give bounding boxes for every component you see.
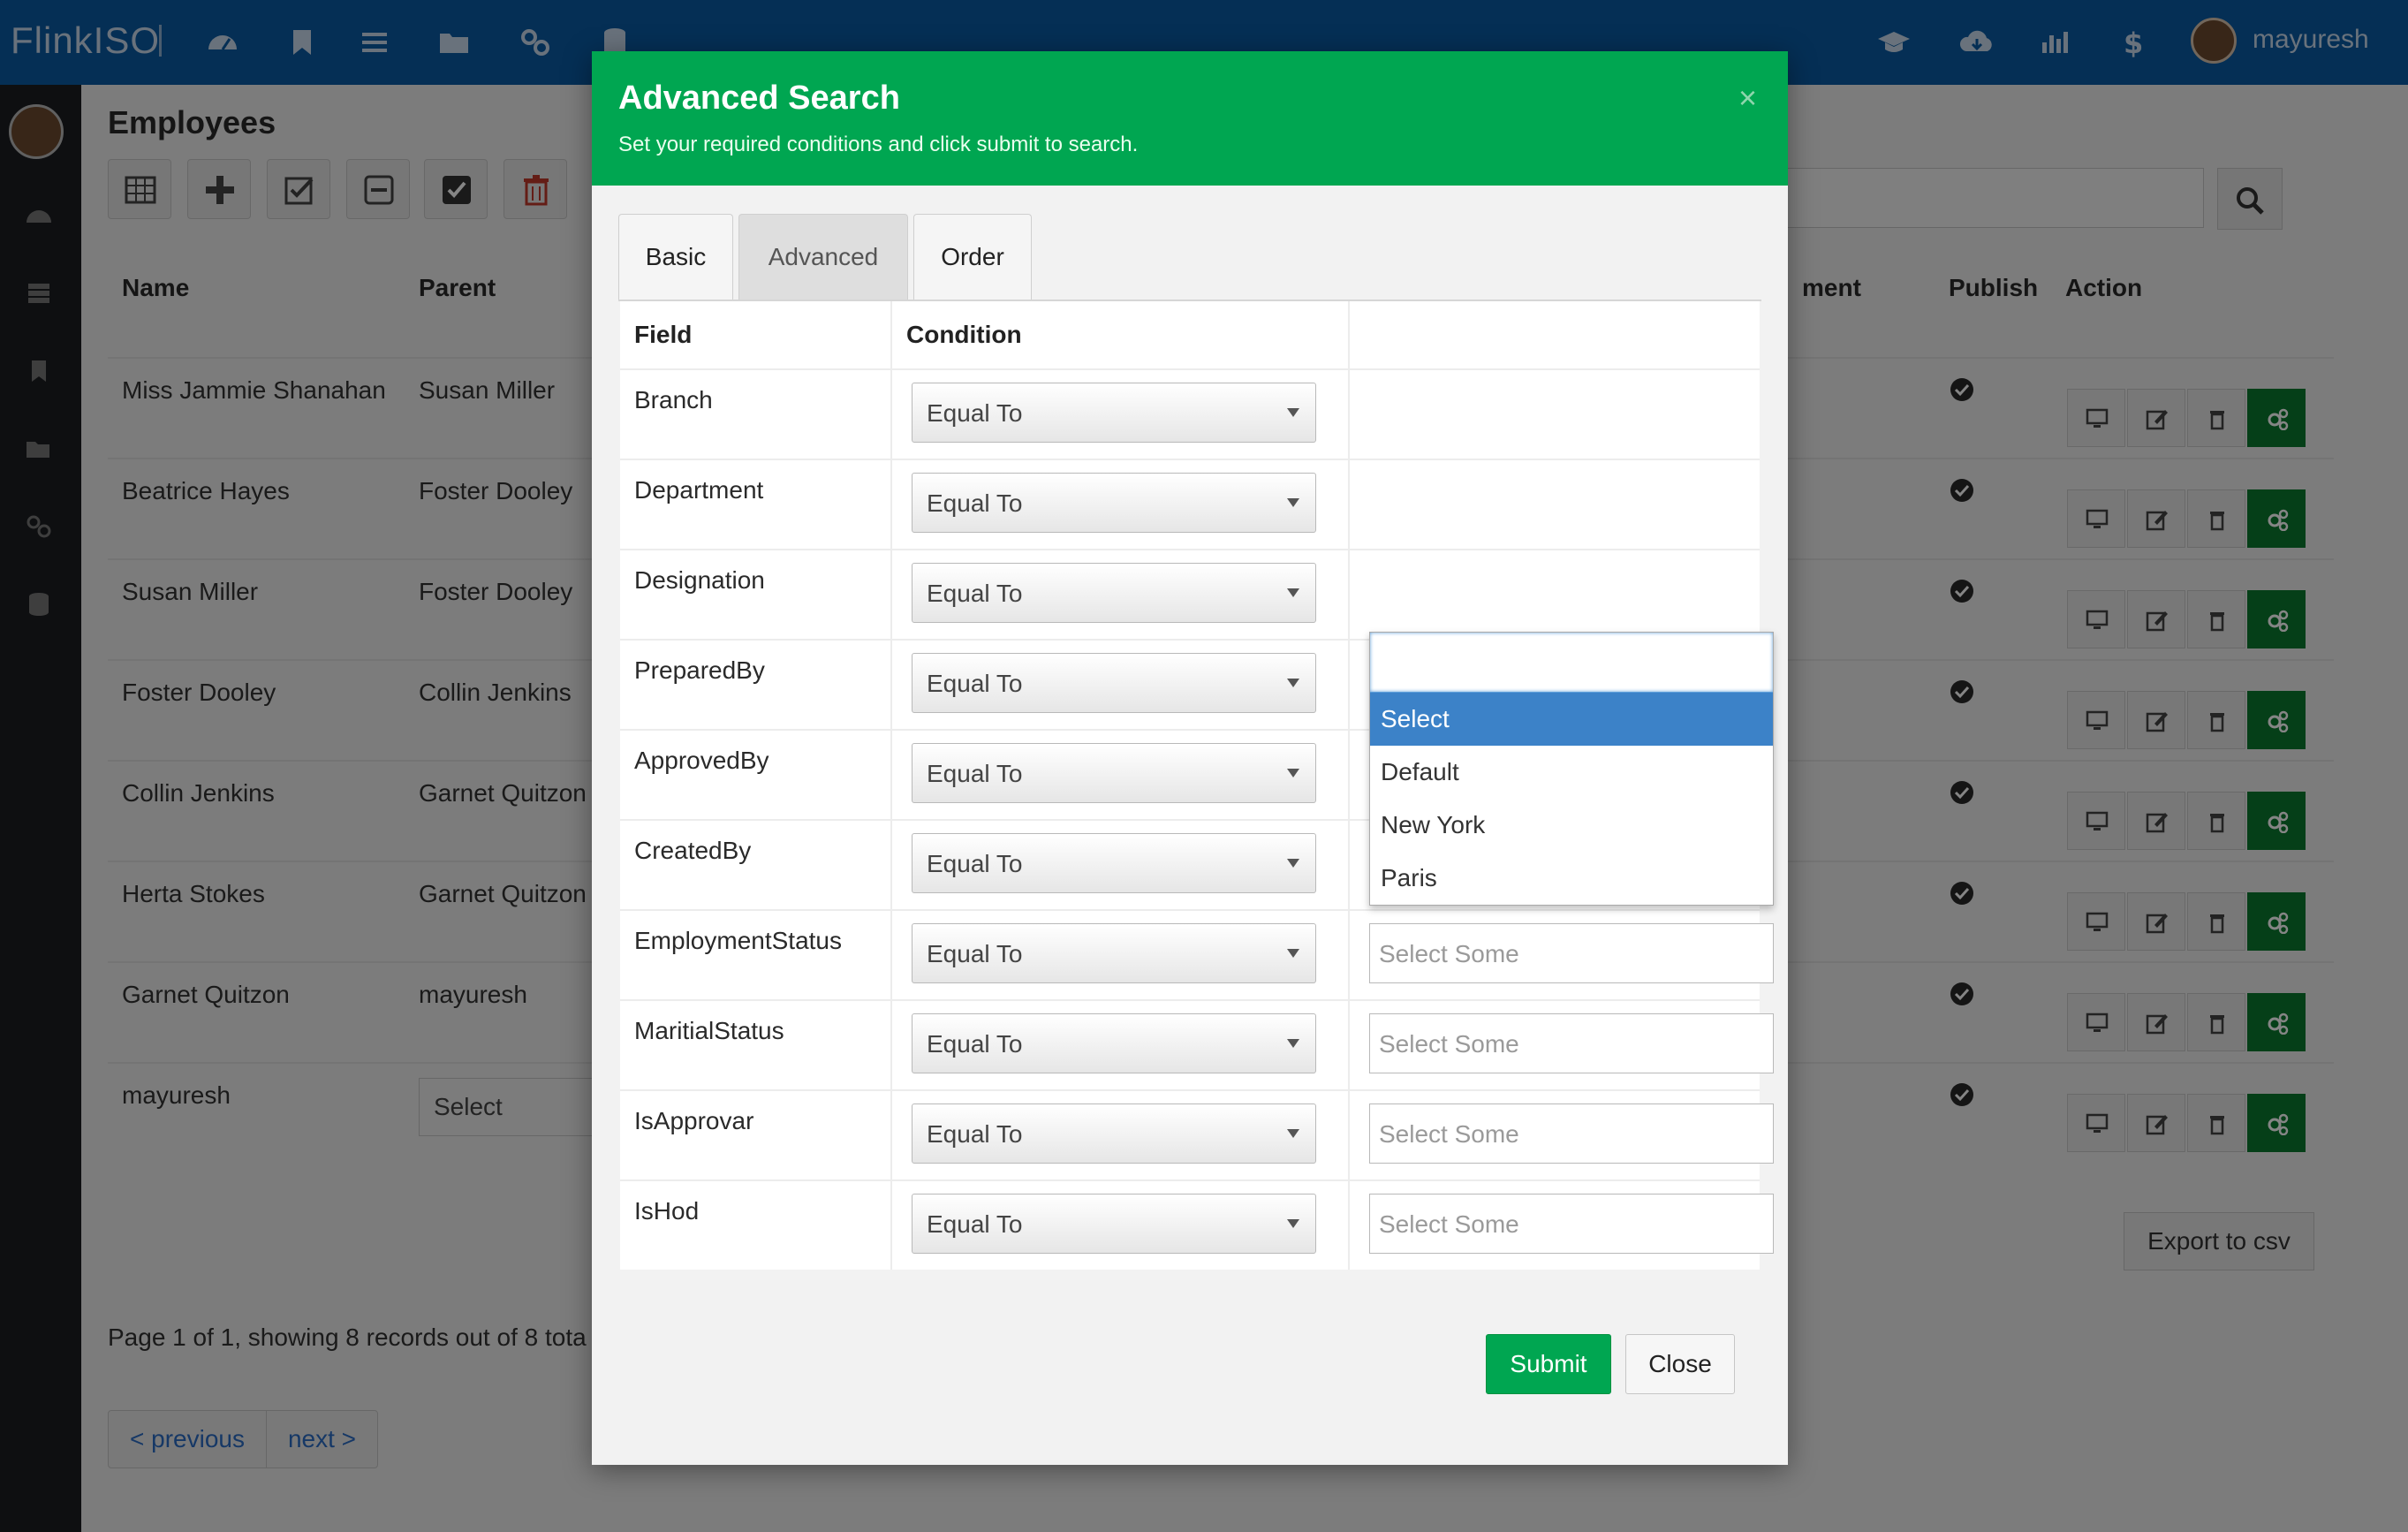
condition-select[interactable]: Equal To	[912, 1013, 1316, 1073]
condition-select-value: Equal To	[927, 399, 1023, 427]
dropdown-option[interactable]: Default	[1370, 746, 1773, 799]
field-label: ApprovedBy	[634, 747, 769, 774]
condition-select-value: Equal To	[927, 1030, 1023, 1058]
col-header-condition: Condition	[906, 321, 1022, 348]
condition-select[interactable]: Equal To	[912, 923, 1316, 983]
search-conditions-table: Field Condition Select Default New York …	[620, 301, 1774, 1270]
caret-down-icon	[1287, 949, 1299, 958]
field-label: Branch	[634, 386, 713, 413]
condition-select[interactable]: Equal To	[912, 563, 1316, 623]
grid-row-divider	[620, 549, 1760, 550]
caret-down-icon	[1287, 679, 1299, 687]
tab-advanced[interactable]: Advanced	[738, 214, 908, 300]
grid-row-divider	[620, 909, 1760, 911]
caret-down-icon	[1287, 1039, 1299, 1048]
caret-down-icon	[1287, 498, 1299, 507]
condition-select[interactable]: Equal To	[912, 1194, 1316, 1254]
field-label: MaritialStatus	[634, 1017, 784, 1044]
caret-down-icon	[1287, 408, 1299, 417]
caret-down-icon	[1287, 588, 1299, 597]
field-label: IsApprovar	[634, 1107, 754, 1134]
condition-select-value: Equal To	[927, 1210, 1023, 1238]
condition-select-value: Equal To	[927, 489, 1023, 517]
col-divider	[890, 301, 892, 1270]
condition-select[interactable]: Equal To	[912, 383, 1316, 443]
modal-close-icon[interactable]: ×	[1738, 80, 1757, 117]
condition-select[interactable]: Equal To	[912, 833, 1316, 893]
value-multiselect[interactable]: Select Some	[1369, 1013, 1774, 1073]
tab-basic[interactable]: Basic	[618, 214, 733, 300]
field-label: IsHod	[634, 1197, 700, 1225]
value-multiselect[interactable]: Select Some	[1369, 923, 1774, 983]
condition-select[interactable]: Equal To	[912, 473, 1316, 533]
modal-title: Advanced Search	[618, 80, 900, 117]
condition-select[interactable]: Equal To	[912, 653, 1316, 713]
modal-subtitle: Set your required conditions and click s…	[618, 133, 1139, 156]
condition-select-value: Equal To	[927, 1120, 1023, 1148]
advanced-search-modal: Advanced Search Set your required condit…	[592, 51, 1788, 1465]
dropdown-option[interactable]: Select	[1370, 693, 1773, 746]
close-button[interactable]: Close	[1625, 1334, 1735, 1394]
grid-row-divider	[620, 1089, 1760, 1091]
caret-down-icon	[1287, 769, 1299, 777]
field-label: CreatedBy	[634, 837, 752, 864]
value-multiselect[interactable]: Select Some	[1369, 1103, 1774, 1164]
col-divider	[1348, 301, 1350, 1270]
grid-row-divider	[620, 999, 1760, 1001]
dropdown-option[interactable]: New York	[1370, 799, 1773, 852]
branch-value-dropdown[interactable]: Select Default New York Paris	[1369, 632, 1774, 906]
condition-select[interactable]: Equal To	[912, 743, 1316, 803]
caret-down-icon	[1287, 1219, 1299, 1228]
field-label: Designation	[634, 566, 765, 594]
field-label: Department	[634, 476, 764, 504]
field-label: EmploymentStatus	[634, 927, 842, 954]
grid-row-divider	[620, 368, 1760, 370]
field-label: PreparedBy	[634, 656, 765, 684]
caret-down-icon	[1287, 1129, 1299, 1138]
condition-select-value: Equal To	[927, 940, 1023, 967]
condition-select-value: Equal To	[927, 760, 1023, 787]
modal-header: Advanced Search Set your required condit…	[592, 51, 1788, 186]
submit-button[interactable]: Submit	[1486, 1334, 1611, 1394]
condition-select-value: Equal To	[927, 670, 1023, 697]
value-multiselect[interactable]: Select Some	[1369, 1194, 1774, 1254]
dropdown-option[interactable]: Paris	[1370, 852, 1773, 905]
condition-select-value: Equal To	[927, 580, 1023, 607]
tab-order[interactable]: Order	[913, 214, 1032, 300]
grid-row-divider	[620, 459, 1760, 460]
col-header-field: Field	[634, 321, 693, 348]
branch-dropdown-search[interactable]	[1370, 633, 1773, 693]
condition-select[interactable]: Equal To	[912, 1103, 1316, 1164]
condition-select-value: Equal To	[927, 850, 1023, 877]
caret-down-icon	[1287, 859, 1299, 868]
grid-row-divider	[620, 1179, 1760, 1181]
